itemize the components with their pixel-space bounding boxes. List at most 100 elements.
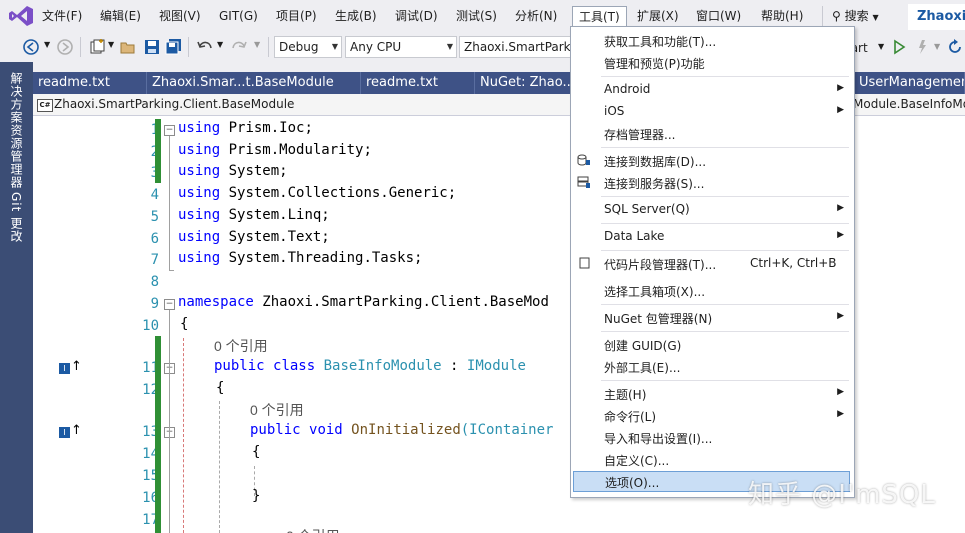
solution-explorer-tab[interactable]: 解决方案资源管理器 (8, 72, 25, 189)
implements-interface-icon[interactable]: I (59, 363, 70, 374)
code-line: { (216, 380, 224, 396)
menu-item-import-export[interactable]: 导入和导出设置(I)... (571, 427, 854, 448)
search-button[interactable]: ⚲ 搜索 ▼ (832, 7, 879, 25)
hot-reload-icon[interactable] (913, 38, 931, 56)
save-icon[interactable] (143, 38, 161, 56)
menu-test[interactable]: 测试(S) (452, 7, 501, 25)
line-number: 7 (150, 252, 159, 268)
tab-user-management[interactable]: UserManagement (854, 72, 965, 94)
chevron-down-icon[interactable]: ▼ (254, 40, 260, 49)
tab-readme-1[interactable]: readme.txt (33, 72, 147, 94)
code-text: System.Linq; (228, 207, 330, 223)
start-without-debugging-icon[interactable] (890, 38, 908, 56)
menu-item-archive-manager[interactable]: 存档管理器... (571, 123, 854, 144)
codelens-references[interactable]: 0 个引用 (214, 336, 268, 356)
git-changes-tab[interactable]: Git 更改 (8, 192, 25, 243)
implements-interface-icon[interactable]: I (59, 427, 70, 438)
menu-item-label: Android (604, 82, 651, 96)
tab-readme-2[interactable]: readme.txt (361, 72, 475, 94)
menu-item-theme[interactable]: 主题(H) ▶ (571, 383, 854, 404)
member-dropdown[interactable]: Module.BaseInfoMo (853, 97, 965, 111)
new-project-icon[interactable] (88, 38, 106, 56)
menu-item-label: SQL Server(Q) (604, 202, 690, 216)
chevron-down-icon[interactable]: ▼ (217, 40, 223, 49)
redo-icon[interactable] (230, 38, 248, 56)
chevron-down-icon[interactable]: ▼ (934, 42, 940, 51)
project-dropdown[interactable]: Zhaoxi.SmartParking.Client.BaseModule (54, 97, 294, 111)
fold-line (169, 136, 170, 270)
keyword: using (178, 207, 221, 223)
codelens-references[interactable]: 0 个引用 (286, 526, 340, 533)
menu-item-connect-database[interactable]: 连接到数据库(D)... (571, 150, 854, 171)
menu-separator (601, 147, 849, 148)
chevron-down-icon[interactable]: ▼ (878, 42, 884, 51)
menu-separator (601, 380, 849, 381)
undo-icon[interactable] (196, 38, 214, 56)
menu-item-nuget[interactable]: NuGet 包管理器(N) ▶ (571, 307, 854, 328)
collapse-icon[interactable]: − (164, 125, 175, 136)
menu-item-choose-toolbox[interactable]: 选择工具箱项(X)... (571, 280, 854, 301)
menu-item-manage-preview[interactable]: 管理和预览(P)功能 (571, 52, 854, 73)
forward-arrow-icon[interactable] (56, 38, 74, 56)
menu-item-android[interactable]: Android ▶ (571, 79, 854, 100)
collapse-icon[interactable]: − (164, 299, 175, 310)
menu-item-customize[interactable]: 自定义(C)... (571, 449, 854, 470)
line-number: 8 (150, 274, 159, 290)
menu-item-create-guid[interactable]: 创建 GUID(G) (571, 334, 854, 355)
menu-separator (601, 250, 849, 251)
menu-edit[interactable]: 编辑(E) (96, 7, 145, 25)
menu-separator (601, 76, 849, 77)
line-number: 4 (150, 187, 159, 203)
code-line: { (180, 316, 188, 332)
menu-item-get-tools[interactable]: 获取工具和功能(T)... (571, 30, 854, 51)
menu-item-connect-server[interactable]: 连接到服务器(S)... (571, 172, 854, 193)
tab-base-module[interactable]: Zhaoxi.Smar...t.BaseModule (147, 72, 361, 94)
code-text: System; (228, 163, 288, 179)
menu-item-label: NuGet 包管理器(N) (604, 312, 713, 326)
menu-tools[interactable]: 工具(T) (572, 6, 627, 27)
chevron-down-icon[interactable]: ▼ (108, 40, 114, 49)
menu-extensions[interactable]: 扩展(X) (633, 7, 683, 25)
menu-help[interactable]: 帮助(H) (757, 7, 807, 25)
back-arrow-icon[interactable] (22, 38, 40, 56)
submenu-arrow-icon: ▶ (837, 83, 844, 93)
side-tool-strip: 解决方案资源管理器 Git 更改 (0, 62, 33, 533)
keyword: class (273, 358, 316, 374)
menu-item-external-tools[interactable]: 外部工具(E)... (571, 356, 854, 377)
menu-file[interactable]: 文件(F) (38, 7, 86, 25)
menu-item-command-line[interactable]: 命令行(L) ▶ (571, 405, 854, 426)
save-all-icon[interactable] (165, 38, 183, 56)
menu-item-label: 选择工具箱项(X)... (604, 285, 706, 299)
visual-studio-logo-icon[interactable] (8, 5, 34, 27)
menu-item-ios[interactable]: iOS ▶ (571, 101, 854, 122)
menu-separator (601, 304, 849, 305)
submenu-arrow-icon: ▶ (837, 311, 844, 321)
chevron-down-icon[interactable]: ▼ (44, 40, 50, 49)
restart-icon[interactable] (946, 38, 964, 56)
solution-platform-select[interactable]: Any CPU ▼ (345, 36, 457, 58)
codelens-references[interactable]: 0 个引用 (250, 400, 304, 420)
menu-separator (601, 331, 849, 332)
menu-git[interactable]: GIT(G) (215, 7, 262, 25)
menu-item-snippet-manager[interactable]: 代码片段管理器(T)... Ctrl+K, Ctrl+B (571, 253, 854, 274)
solution-configuration-select[interactable]: Debug ▼ (274, 36, 342, 58)
menu-project[interactable]: 项目(P) (272, 7, 321, 25)
menu-window[interactable]: 窗口(W) (692, 7, 745, 25)
code-text: Prism.Modularity; (228, 142, 372, 158)
code-line: using System.Text; (178, 229, 330, 245)
open-brace: { (180, 316, 189, 332)
open-folder-icon[interactable] (119, 38, 137, 56)
keyword: public (214, 358, 265, 374)
menu-item-data-lake[interactable]: Data Lake ▶ (571, 226, 854, 247)
open-brace: { (252, 444, 261, 460)
menu-view[interactable]: 视图(V) (155, 7, 205, 25)
menu-analyze[interactable]: 分析(N) (511, 7, 561, 25)
solution-name-tab[interactable]: Zhaoxi.S (908, 4, 965, 30)
menu-build[interactable]: 生成(B) (331, 7, 381, 25)
menu-debug[interactable]: 调试(D) (391, 7, 442, 25)
menu-item-label: 主题(H) (604, 388, 647, 402)
menu-item-sql-server[interactable]: SQL Server(Q) ▶ (571, 199, 854, 220)
tab-nuget[interactable]: NuGet: Zhao... (475, 72, 575, 94)
menu-item-label: 代码片段管理器(T)... (604, 258, 717, 272)
startup-project-select[interactable]: Zhaoxi.SmartParkin (459, 36, 573, 58)
